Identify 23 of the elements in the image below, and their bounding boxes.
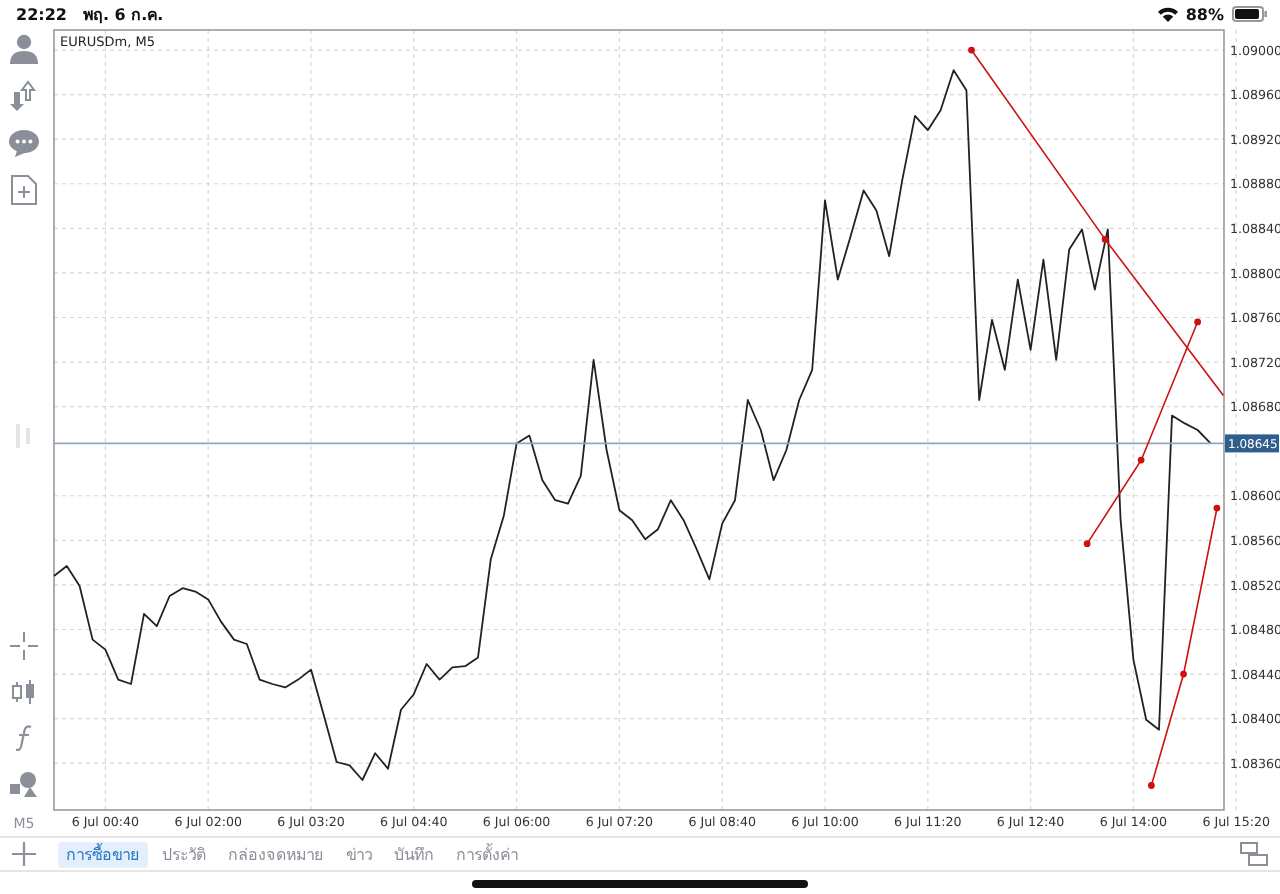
date-text: พฤ. 6 ก.ค. (82, 3, 164, 27)
arrows-icon[interactable] (8, 80, 40, 112)
new-document-icon[interactable] (10, 174, 38, 206)
home-indicator[interactable] (472, 879, 808, 887)
chat-icon[interactable] (8, 128, 40, 158)
add-icon[interactable] (12, 842, 36, 866)
shapes-icon[interactable] (8, 770, 40, 798)
function-icon[interactable] (14, 724, 34, 752)
tab[interactable]: การตั้งค่า (448, 841, 526, 867)
tab[interactable]: การซื้อขาย (58, 841, 148, 867)
tab[interactable]: ข่าว (338, 841, 380, 867)
trend-lines-drawing[interactable] (968, 46, 1225, 789)
tab[interactable]: กล่องจดหมาย (220, 841, 332, 867)
tab[interactable]: ประวัติ (154, 841, 214, 867)
candlestick-icon[interactable] (10, 678, 38, 706)
wifi-icon (1157, 6, 1178, 22)
crosshair-icon[interactable] (10, 632, 38, 660)
clock-time: 22:22 (16, 5, 67, 23)
tab[interactable]: บันทึก (386, 841, 442, 867)
layout-icon[interactable] (1240, 842, 1268, 866)
battery-icon (1232, 6, 1268, 22)
person-icon[interactable] (8, 32, 40, 64)
battery-percent: 88% (1185, 5, 1224, 23)
